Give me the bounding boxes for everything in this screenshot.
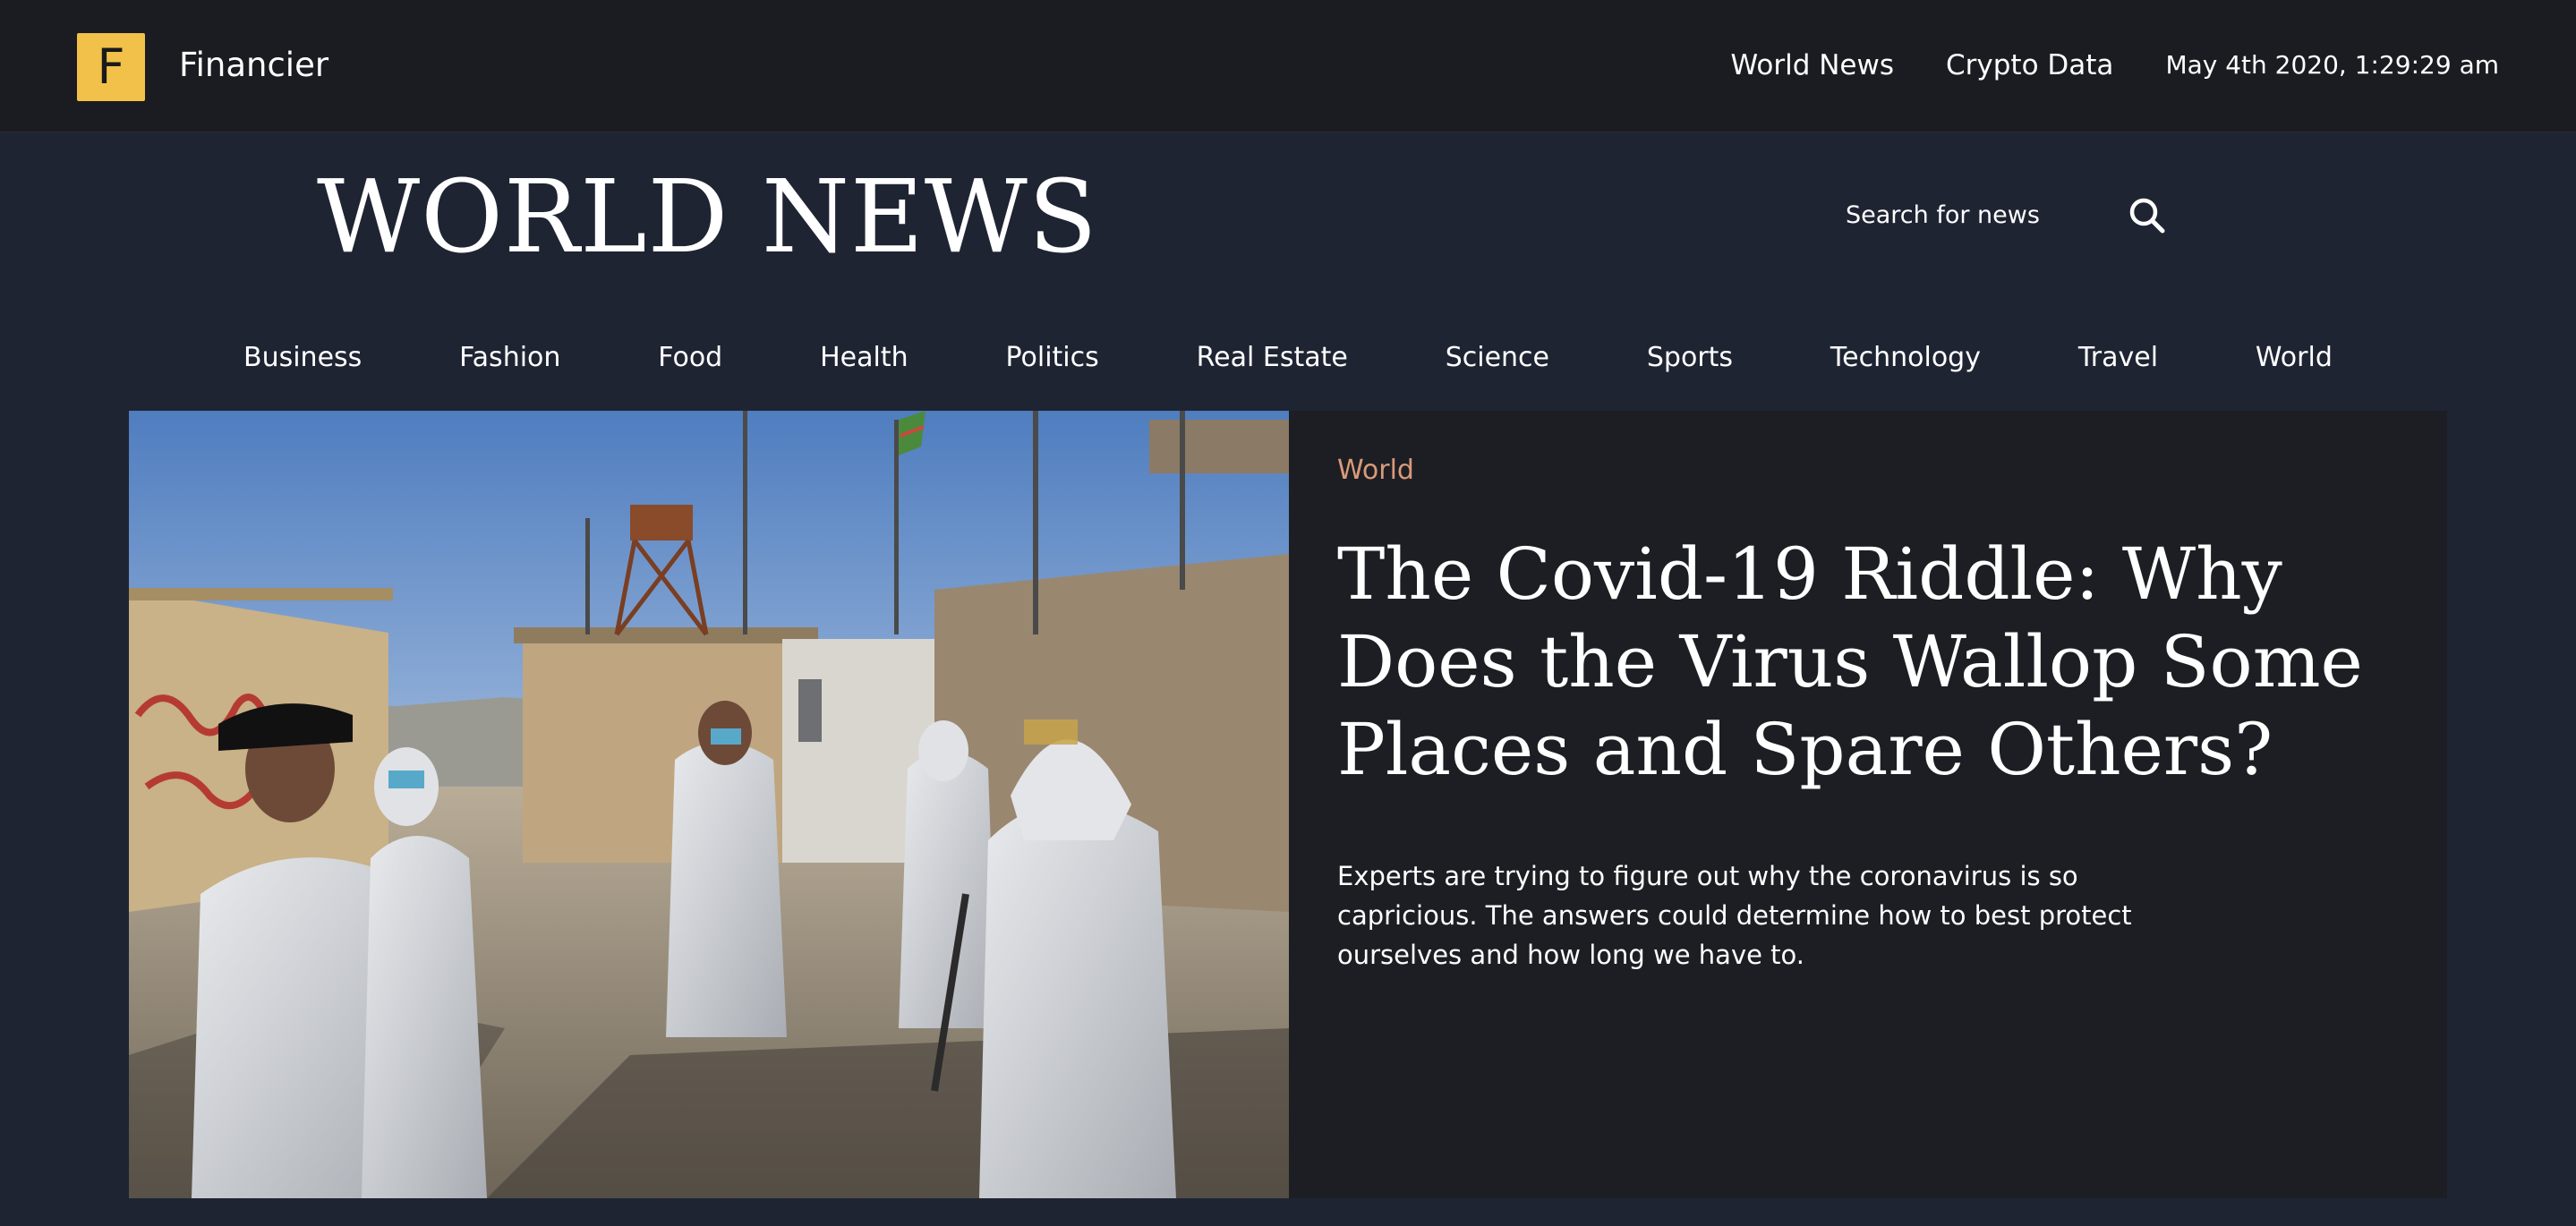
hero-text: World The Covid-19 Riddle: Why Does the … (1289, 411, 2447, 1198)
search-bar (1846, 188, 2177, 242)
hero-photo-illustration (129, 411, 1289, 1198)
category-health[interactable]: Health (820, 336, 908, 380)
article-summary: Experts are trying to figure out why the… (1337, 861, 2132, 970)
category-fashion[interactable]: Fashion (459, 336, 560, 380)
top-nav: World News Crypto Data May 4th 2020, 1:2… (1731, 43, 2499, 88)
category-world[interactable]: World (2256, 336, 2333, 380)
category-science[interactable]: Science (1446, 336, 1549, 380)
search-icon[interactable] (2127, 195, 2168, 236)
category-sports[interactable]: Sports (1647, 336, 1733, 380)
category-nav: Business Fashion Food Health Politics Re… (243, 336, 2333, 380)
logo-icon[interactable]: F (77, 33, 145, 101)
category-business[interactable]: Business (243, 336, 362, 380)
category-real-estate[interactable]: Real Estate (1197, 336, 1348, 380)
nav-link-world-news[interactable]: World News (1731, 43, 1894, 88)
category-food[interactable]: Food (658, 336, 722, 380)
search-input[interactable] (1846, 188, 2114, 242)
article-category[interactable]: World (1337, 448, 2447, 493)
category-travel[interactable]: Travel (2078, 336, 2158, 380)
page-title: WORLD NEWS (317, 159, 1098, 276)
category-politics[interactable]: Politics (1006, 336, 1099, 380)
top-bar: F Financier World News Crypto Data May 4… (0, 0, 2576, 132)
brand-name[interactable]: Financier (179, 43, 328, 88)
hero-image[interactable] (129, 411, 1289, 1198)
category-technology[interactable]: Technology (1830, 336, 1981, 380)
hero-article: World The Covid-19 Riddle: Why Does the … (129, 411, 2447, 1198)
nav-link-crypto-data[interactable]: Crypto Data (1946, 43, 2113, 88)
article-headline[interactable]: The Covid-19 Riddle: Why Does the Virus … (1337, 531, 2411, 794)
current-datetime: May 4th 2020, 1:29:29 am (2165, 50, 2499, 80)
